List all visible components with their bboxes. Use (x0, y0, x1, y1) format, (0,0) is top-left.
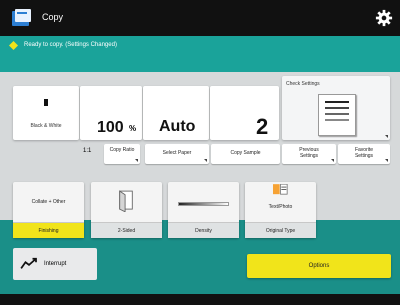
copies-value: 2 (256, 114, 269, 139)
preview-thumbnail (318, 94, 356, 136)
check-settings-arrow (385, 135, 388, 138)
favorite-settings-arrow (385, 159, 388, 162)
paper-panel[interactable]: Auto (143, 86, 209, 140)
copy-ratio-panel[interactable]: 100 % (80, 86, 142, 140)
ratio-one-to-one-label[interactable]: 1:1 (83, 148, 91, 154)
status-dot-icon (9, 41, 18, 50)
bw-icon (44, 99, 48, 106)
copy-icon (12, 9, 31, 26)
interrupt-icon (20, 257, 37, 269)
previous-settings-button[interactable]: Previous Settings (282, 144, 336, 164)
interrupt-button[interactable]: Interrupt (13, 248, 97, 280)
finishing-button[interactable]: Collate + Other Finishing (13, 182, 84, 238)
app-title: Copy (42, 12, 64, 22)
color-mode-label: Black & White (30, 123, 62, 129)
previous-settings-arrow (331, 159, 334, 162)
paper-value: Auto (159, 118, 196, 135)
select-paper-label: Select Paper (162, 150, 192, 156)
two-sided-icon (119, 190, 133, 212)
select-paper-button[interactable]: Select Paper (145, 144, 209, 164)
interrupt-label: Interrupt (44, 261, 67, 267)
original-type-button[interactable]: Text/Photo Original Type (245, 182, 316, 238)
title-bar: Copy (0, 0, 400, 36)
copy-ratio-label: Copy Ratio (109, 147, 135, 153)
density-button[interactable]: Density (168, 182, 239, 238)
two-sided-label: 2-Sided (91, 222, 162, 238)
copies-panel[interactable]: 2 (210, 86, 279, 140)
density-scale-icon (178, 202, 229, 206)
collate-other-label: Collate + Other (31, 199, 66, 205)
density-label: Density (168, 222, 239, 238)
original-type-label: Original Type (245, 222, 316, 238)
ratio-unit: % (129, 124, 137, 133)
previous-settings-label: Previous Settings (299, 147, 319, 159)
ratio-value: 100 (97, 119, 124, 136)
footer-bar (0, 294, 400, 305)
text-photo-label: Text/Photo (268, 204, 293, 210)
favorite-settings-button[interactable]: Favorite Settings (338, 144, 390, 164)
teal-band-top (0, 56, 400, 72)
favorite-settings-label: Favorite Settings (354, 147, 374, 159)
copy-ratio-button[interactable]: Copy Ratio (104, 144, 140, 164)
color-mode-panel[interactable]: Black & White (13, 86, 79, 140)
finishing-label: Finishing (13, 222, 84, 238)
text-photo-icon (273, 184, 288, 195)
options-label: Options (308, 263, 330, 269)
two-sided-button[interactable]: 2-Sided (91, 182, 162, 238)
status-text: Ready to copy. (Settings Changed) (24, 42, 117, 48)
copy-sample-label: Copy Sample (230, 150, 261, 156)
copy-sample-button[interactable]: Copy Sample (211, 144, 280, 164)
check-settings-button[interactable]: Check Settings (282, 76, 390, 140)
gear-icon[interactable] (375, 9, 393, 27)
select-paper-arrow (204, 159, 207, 162)
options-button[interactable]: Options (247, 254, 391, 278)
copy-ratio-arrow (135, 159, 138, 162)
status-bar: Ready to copy. (Settings Changed) (0, 36, 400, 56)
check-settings-label: Check Settings (286, 81, 320, 87)
